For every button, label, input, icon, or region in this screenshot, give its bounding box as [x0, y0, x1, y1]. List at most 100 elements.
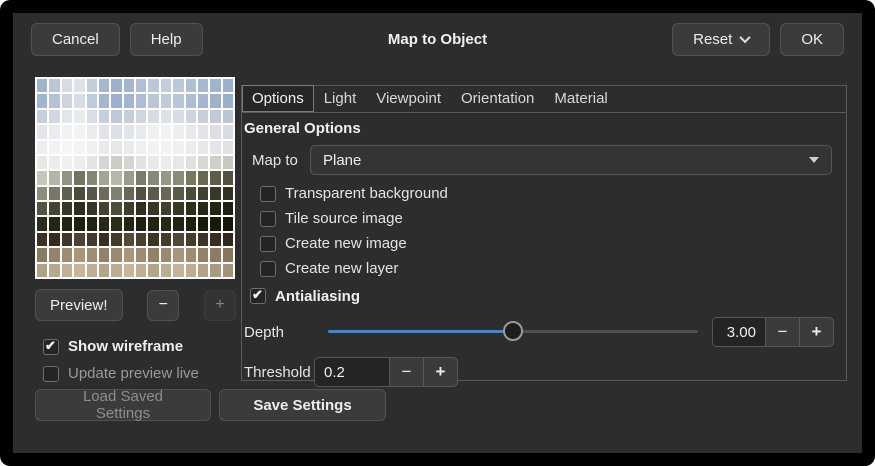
preview-cell: [111, 110, 121, 123]
preview-cell: [124, 94, 134, 107]
create-new-layer-row[interactable]: Create new layer: [260, 256, 846, 281]
preview-cell: [49, 156, 59, 169]
update-preview-live-checkbox-row[interactable]: Update preview live: [43, 365, 199, 382]
preview-cell: [74, 110, 84, 123]
threshold-value-field[interactable]: 0.2: [314, 357, 390, 387]
cancel-button[interactable]: Cancel: [31, 23, 120, 56]
update-preview-live-checkbox[interactable]: [43, 366, 59, 382]
preview-cell: [111, 233, 121, 246]
preview-cell: [62, 79, 72, 92]
tab-light[interactable]: Light: [314, 85, 367, 112]
help-button[interactable]: Help: [130, 23, 203, 56]
preview-cell: [124, 187, 134, 200]
save-settings-button[interactable]: Save Settings: [219, 389, 386, 421]
preview-cell: [87, 202, 97, 215]
tab-viewpoint[interactable]: Viewpoint: [366, 85, 451, 112]
preview-cell: [37, 125, 47, 138]
depth-increment-button[interactable]: +: [799, 317, 834, 347]
depth-slider-handle[interactable]: [503, 321, 523, 341]
preview-image[interactable]: [35, 77, 235, 279]
preview-cell: [148, 156, 158, 169]
create-new-layer-checkbox[interactable]: [260, 261, 276, 277]
show-wireframe-checkbox-row[interactable]: Show wireframe: [43, 338, 183, 355]
antialiasing-checkbox[interactable]: [250, 288, 266, 304]
preview-cell: [223, 233, 233, 246]
preview-cell: [148, 187, 158, 200]
tab-options[interactable]: Options: [242, 85, 314, 112]
depth-slider[interactable]: [328, 321, 698, 343]
preview-cell: [124, 202, 134, 215]
show-wireframe-label: Show wireframe: [68, 338, 183, 355]
tab-material[interactable]: Material: [544, 85, 617, 112]
preview-cell: [62, 248, 72, 261]
preview-cell: [124, 171, 134, 184]
antialiasing-row[interactable]: Antialiasing: [250, 283, 846, 309]
preview-cell: [136, 110, 146, 123]
transparent-background-row[interactable]: Transparent background: [260, 181, 846, 206]
preview-cell: [49, 202, 59, 215]
map-to-dropdown[interactable]: Plane: [310, 145, 832, 175]
preview-cell: [99, 187, 109, 200]
preview-cell: [148, 248, 158, 261]
preview-cell: [161, 171, 171, 184]
preview-cell: [111, 156, 121, 169]
preview-cell: [198, 141, 208, 154]
preview-button[interactable]: Preview!: [35, 289, 123, 321]
preview-cell: [161, 264, 171, 277]
preview-cell: [186, 264, 196, 277]
preview-cell: [87, 156, 97, 169]
show-wireframe-checkbox[interactable]: [43, 339, 59, 355]
reset-dropdown-button[interactable]: Reset: [672, 23, 770, 56]
depth-slider-fill: [328, 330, 513, 333]
preview-cell: [111, 94, 121, 107]
preview-cell: [37, 202, 47, 215]
preview-cell: [124, 264, 134, 277]
preview-cell: [87, 264, 97, 277]
preview-cell: [210, 94, 220, 107]
preview-cell: [198, 233, 208, 246]
preview-cell: [99, 264, 109, 277]
preview-cell: [186, 141, 196, 154]
preview-cell: [223, 202, 233, 215]
ok-button[interactable]: OK: [780, 23, 844, 56]
map-to-selected-value: Plane: [323, 152, 361, 169]
preview-cell: [87, 110, 97, 123]
preview-cell: [161, 79, 171, 92]
create-new-image-row[interactable]: Create new image: [260, 231, 846, 256]
tab-orientation[interactable]: Orientation: [451, 85, 544, 112]
preview-cell: [49, 94, 59, 107]
threshold-increment-button[interactable]: +: [423, 357, 458, 387]
preview-cell: [148, 202, 158, 215]
tile-source-image-row[interactable]: Tile source image: [260, 206, 846, 231]
preview-cell: [62, 125, 72, 138]
depth-value-field[interactable]: 3.00: [712, 317, 766, 347]
preview-cell: [161, 187, 171, 200]
preview-cell: [37, 264, 47, 277]
preview-cell: [49, 217, 59, 230]
preview-cell: [87, 233, 97, 246]
preview-cell: [161, 156, 171, 169]
threshold-decrement-button[interactable]: −: [389, 357, 424, 387]
preview-cell: [210, 141, 220, 154]
preview-cell: [111, 171, 121, 184]
preview-cell: [161, 202, 171, 215]
create-new-image-checkbox[interactable]: [260, 236, 276, 252]
preview-cell: [124, 217, 134, 230]
preview-cell: [124, 233, 134, 246]
preview-cell: [111, 187, 121, 200]
tile-source-image-checkbox[interactable]: [260, 211, 276, 227]
preview-cell: [210, 187, 220, 200]
preview-controls: Preview! − +: [35, 289, 236, 321]
preview-cell: [62, 94, 72, 107]
map-to-object-dialog: Map to Object Cancel Help Reset OK Previ…: [13, 13, 862, 453]
zoom-out-button[interactable]: −: [147, 290, 179, 321]
preview-cell: [37, 156, 47, 169]
transparent-background-checkbox[interactable]: [260, 186, 276, 202]
preview-cell: [87, 94, 97, 107]
preview-cell: [161, 233, 171, 246]
preview-cell: [99, 125, 109, 138]
preview-cell: [210, 171, 220, 184]
preview-cell: [223, 264, 233, 277]
preview-cell: [198, 156, 208, 169]
depth-decrement-button[interactable]: −: [765, 317, 800, 347]
